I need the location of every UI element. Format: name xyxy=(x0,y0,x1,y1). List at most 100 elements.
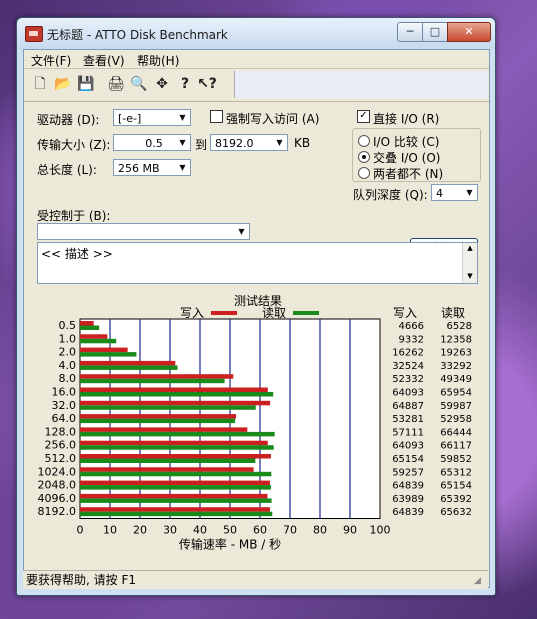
save-icon[interactable]: 💾 xyxy=(76,74,96,94)
description-scrollbar[interactable]: ▲ ▼ xyxy=(462,243,477,283)
controlled-by-label: 受控制于 (B): xyxy=(37,209,111,223)
chevron-down-icon: ▼ xyxy=(179,163,186,172)
write-value: 64093 xyxy=(392,441,424,452)
neither-label: 两者都不 (N) xyxy=(373,167,444,181)
x-tick-label: 30 xyxy=(163,524,177,537)
drive-select[interactable]: [-e-] ▼ xyxy=(113,109,191,126)
bar-read-2048.0 xyxy=(80,485,271,490)
scroll-up-icon[interactable]: ▲ xyxy=(463,243,477,253)
description-box[interactable]: << 描述 >> ▲ ▼ xyxy=(37,242,478,284)
bar-read-2.0 xyxy=(80,352,137,357)
x-tick-label: 20 xyxy=(133,524,147,537)
new-file-icon[interactable]: 🗋 xyxy=(30,74,50,94)
force-write-checkbox[interactable] xyxy=(210,110,223,123)
status-text: 要获得帮助, 请按 F1 xyxy=(26,573,136,587)
bar-read-1.0 xyxy=(80,338,117,344)
controlled-by-select[interactable]: ▼ xyxy=(37,223,250,240)
resize-grip-icon[interactable]: ◢ xyxy=(474,575,486,587)
maximize-button[interactable]: □ xyxy=(422,22,448,42)
drive-label: 驱动器 (D): xyxy=(37,113,100,127)
write-value: 16262 xyxy=(392,348,424,359)
x-tick-label: 90 xyxy=(343,524,357,537)
category-label: 2048.0 xyxy=(38,479,77,492)
read-value: 49349 xyxy=(440,374,472,385)
bar-read-32.0 xyxy=(80,405,256,410)
x-tick-label: 80 xyxy=(313,524,327,537)
write-value: 65154 xyxy=(392,454,424,465)
x-tick-label: 40 xyxy=(193,524,207,537)
queue-depth-label: 队列深度 (Q): xyxy=(353,188,428,202)
neither-radio[interactable] xyxy=(358,167,370,179)
bar-write-512.0 xyxy=(80,454,271,459)
write-value: 53281 xyxy=(392,414,424,425)
bar-write-1024.0 xyxy=(80,467,254,472)
read-value: 52958 xyxy=(440,414,472,425)
bar-read-8192.0 xyxy=(80,511,273,517)
category-label: 32.0 xyxy=(52,399,77,412)
move-icon[interactable]: ✥ xyxy=(152,74,172,94)
bar-read-4.0 xyxy=(80,365,178,370)
bar-write-2.0 xyxy=(80,347,128,353)
read-value: 65632 xyxy=(440,507,472,518)
category-label: 1024.0 xyxy=(38,465,77,478)
close-button[interactable]: ✕ xyxy=(447,22,491,42)
bar-write-4.0 xyxy=(80,360,176,366)
context-help-icon[interactable]: ↖? xyxy=(197,74,217,94)
read-value: 19263 xyxy=(440,348,472,359)
chevron-down-icon: ▼ xyxy=(276,138,283,147)
category-label: 8.0 xyxy=(59,372,77,385)
read-column-header: 读取 xyxy=(441,306,465,320)
bar-write-8192.0 xyxy=(80,507,270,512)
status-bar: 要获得帮助, 请按 F1 ◢ xyxy=(23,570,488,589)
write-value: 4666 xyxy=(399,321,424,332)
category-label: 64.0 xyxy=(52,412,77,425)
write-column-header: 写入 xyxy=(393,306,417,320)
bar-read-128.0 xyxy=(80,431,275,437)
results-chart: 0 10 20 30 40 50 60 70 80 90 100测试结果写入 读取 写入 读取0.5 466… xyxy=(38,293,473,552)
chevron-down-icon: ▼ xyxy=(179,113,186,122)
bar-read-0.5 xyxy=(80,325,100,330)
x-tick-label: 70 xyxy=(283,524,297,537)
category-label: 4096.0 xyxy=(38,492,77,505)
total-length-label: 总长度 (L): xyxy=(37,163,97,177)
menu-view[interactable]: 查看(V) xyxy=(83,52,125,69)
help-icon[interactable]: ? xyxy=(175,74,195,94)
transfer-from-select[interactable]: 0.5 ▼ xyxy=(113,134,191,151)
write-value: 64839 xyxy=(392,507,424,518)
print-preview-icon[interactable]: 🔍 xyxy=(129,74,149,94)
bar-write-4096.0 xyxy=(80,493,268,499)
print-icon[interactable]: 🖨 xyxy=(106,74,126,94)
scroll-down-icon[interactable]: ▼ xyxy=(463,271,477,281)
menu-help[interactable]: 帮助(H) xyxy=(137,52,179,69)
total-length-select[interactable]: 256 MB ▼ xyxy=(113,159,191,176)
minimize-button[interactable]: ─ xyxy=(397,22,423,42)
x-tick-label: 10 xyxy=(103,524,117,537)
menu-file[interactable]: 文件(F) xyxy=(31,52,71,69)
overlapped-io-radio[interactable] xyxy=(358,151,370,163)
category-label: 8192.0 xyxy=(38,505,77,518)
x-tick-label: 0 xyxy=(77,524,84,537)
queue-depth-select[interactable]: 4 ▼ xyxy=(431,184,478,201)
read-value: 59987 xyxy=(440,401,472,412)
write-value: 64887 xyxy=(392,401,424,412)
read-value: 66117 xyxy=(440,441,472,452)
legend-write-label: 写入 xyxy=(180,306,204,320)
io-compare-radio[interactable] xyxy=(358,135,370,147)
bar-write-16.0 xyxy=(80,387,268,392)
x-tick-label: 50 xyxy=(223,524,237,537)
transfer-to-select[interactable]: 8192.0 ▼ xyxy=(210,134,288,151)
force-write-label: 强制写入访问 (A) xyxy=(226,112,320,126)
bar-read-8.0 xyxy=(80,378,225,384)
toolbar: 🗋 📂 💾 🖨 🔍 ✥ ? ↖? xyxy=(24,69,489,102)
category-label: 256.0 xyxy=(45,439,77,452)
open-folder-icon[interactable]: 📂 xyxy=(53,74,73,94)
title-bar[interactable]: 无标题 - ATTO Disk Benchmark ─ □ ✕ xyxy=(17,18,495,49)
kb-unit-label: KB xyxy=(294,136,311,150)
chevron-down-icon: ▼ xyxy=(179,138,186,147)
direct-io-checkbox[interactable]: ✓ xyxy=(357,110,370,123)
category-label: 2.0 xyxy=(59,346,77,359)
x-axis-label: 传输速率 - MB / 秒 xyxy=(179,537,281,552)
read-value: 12358 xyxy=(440,334,472,345)
total-length-value: 256 MB xyxy=(118,162,160,175)
to-label: 到 xyxy=(195,138,208,152)
